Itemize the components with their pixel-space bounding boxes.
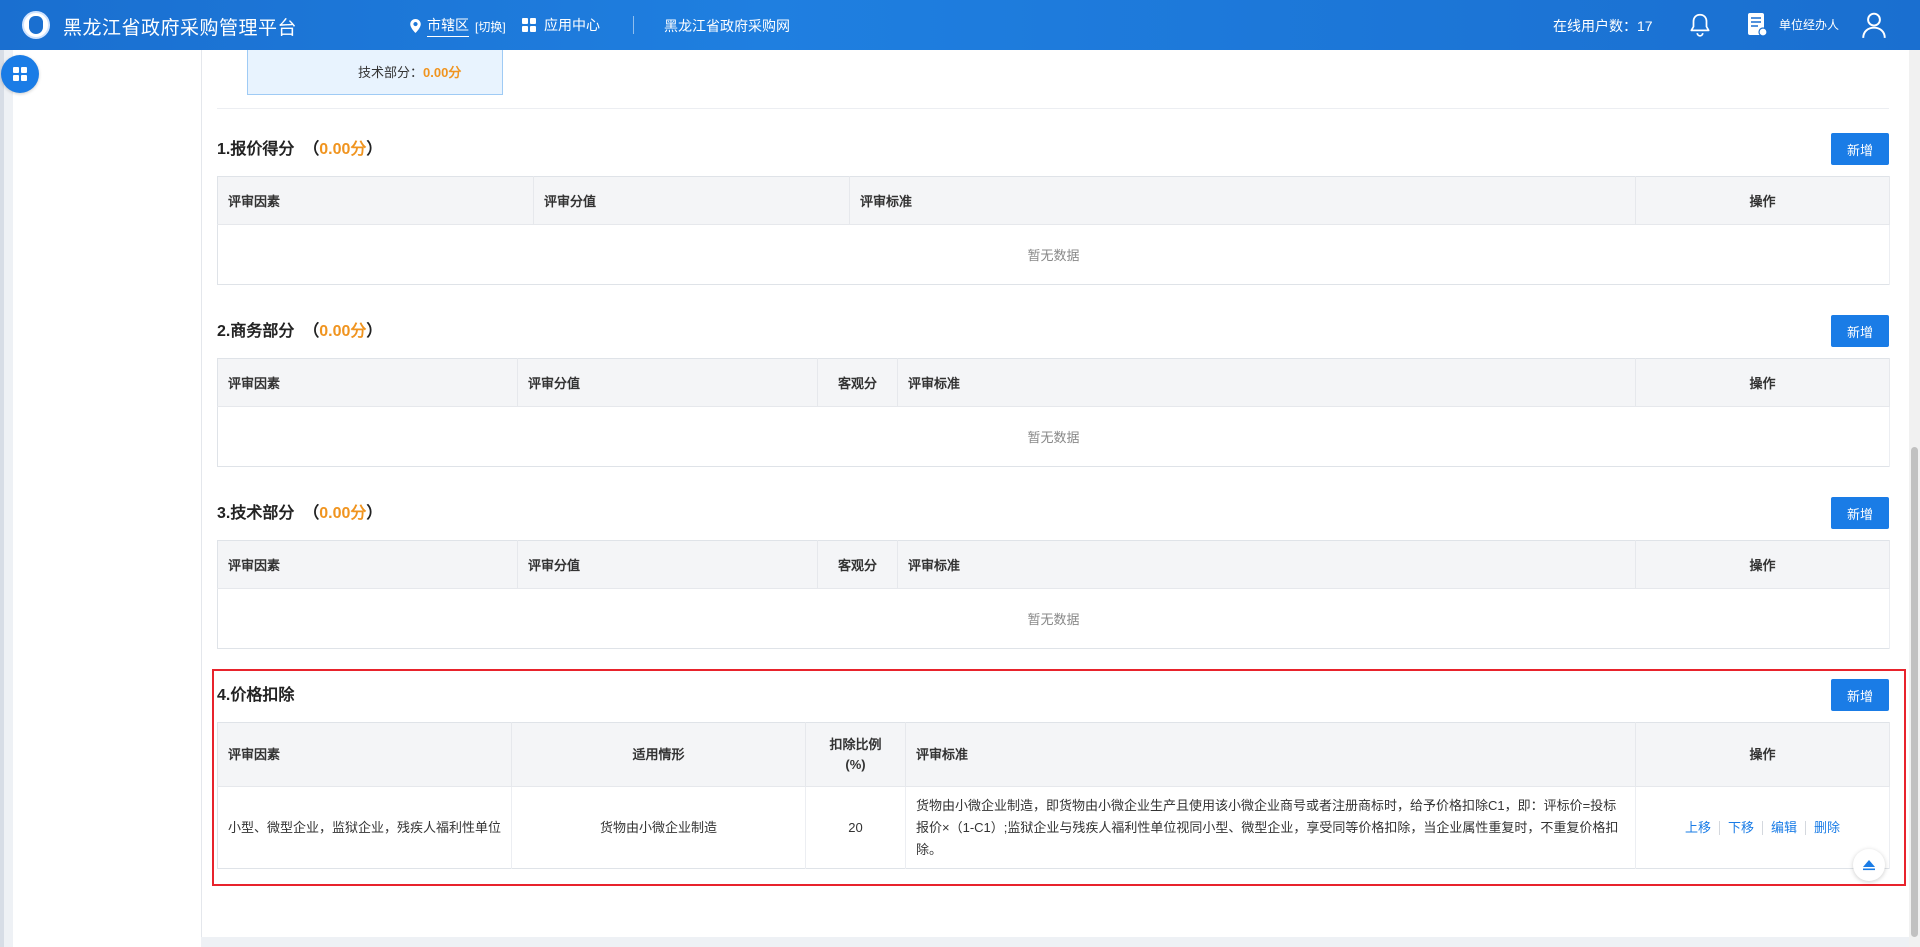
column-header: 评审标准 bbox=[905, 722, 1636, 787]
standard-cell: 货物由小微企业制造，即货物由小微企业生产且使用该小微企业商号或者注册商标时，给予… bbox=[905, 786, 1636, 869]
section-title-text: 4.价格扣除 bbox=[217, 687, 295, 704]
ratio-cell: 20 bbox=[805, 786, 906, 869]
top-navbar: 黑龙江省政府采购管理平台 市辖区 [切换] 应用中心 黑龙江省政府采购网 在线用… bbox=[0, 0, 1920, 50]
region-switch-link[interactable]: [切换] bbox=[475, 18, 506, 35]
column-header: 评审分值 bbox=[517, 540, 818, 589]
app-grid-icon bbox=[522, 18, 536, 32]
table-header-row: 评审因素 适用情形 扣除比例 (%) 评审标准 操作 bbox=[217, 722, 1890, 787]
summary-tech-score: 技术部分：0.00分 bbox=[358, 62, 461, 81]
column-header: 客观分 bbox=[817, 358, 898, 407]
section-title-price-deduction: 4.价格扣除 bbox=[217, 681, 294, 705]
column-header: 操作 bbox=[1635, 540, 1890, 589]
column-header: 操作 bbox=[1635, 722, 1890, 787]
section-title-technical: 3.技术部分 （0.00分） bbox=[217, 505, 383, 522]
empty-text: 暂无数据 bbox=[217, 588, 1890, 649]
section-title-text: 2.商务部分 bbox=[217, 323, 295, 340]
table-row: 小型、微型企业，监狱企业，残疾人福利性单位 货物由小微企业制造 20 货物由小微… bbox=[217, 786, 1890, 869]
delete-link[interactable]: 删除 bbox=[1805, 820, 1848, 835]
section-score: 0.00分 bbox=[319, 323, 367, 340]
sidebar-edge bbox=[0, 50, 4, 947]
arrow-up-icon bbox=[1863, 860, 1875, 871]
add-quote-button[interactable]: 新增 bbox=[1831, 133, 1889, 165]
column-header: 评审标准 bbox=[897, 540, 1636, 589]
region-name[interactable]: 市辖区 bbox=[427, 15, 469, 37]
situation-cell: 货物由小微企业制造 bbox=[511, 786, 806, 869]
technical-table: 评审因素 评审分值 客观分 评审标准 操作 暂无数据 bbox=[217, 540, 1890, 649]
summary-tech-value: 0.00分 bbox=[423, 65, 462, 80]
sidebar bbox=[13, 50, 201, 947]
app-title: 黑龙江省政府采购管理平台 bbox=[63, 18, 298, 39]
column-header: 评审因素 bbox=[217, 722, 512, 787]
app-center-button[interactable]: 应用中心 bbox=[522, 15, 600, 35]
move-down-link[interactable]: 下移 bbox=[1718, 820, 1762, 835]
column-header: 评审分值 bbox=[533, 176, 850, 225]
empty-row: 暂无数据 bbox=[217, 588, 1890, 649]
portal-link[interactable]: 黑龙江省政府采购网 bbox=[664, 16, 790, 36]
section-title-quote: 1.报价得分 （0.00分） bbox=[217, 141, 383, 158]
quote-table: 评审因素 评审分值 评审标准 操作 暂无数据 bbox=[217, 176, 1890, 285]
section-title-business: 2.商务部分 （0.00分） bbox=[217, 323, 383, 340]
column-header: 操作 bbox=[1635, 358, 1890, 407]
document-icon[interactable] bbox=[1746, 12, 1768, 38]
user-role-label[interactable]: 单位经办人 bbox=[1779, 16, 1839, 33]
column-header: 评审因素 bbox=[217, 358, 518, 407]
bell-icon[interactable] bbox=[1687, 12, 1713, 38]
location-pin-icon bbox=[410, 19, 421, 33]
add-business-button[interactable]: 新增 bbox=[1831, 315, 1889, 347]
column-header: 评审因素 bbox=[217, 176, 534, 225]
empty-row: 暂无数据 bbox=[217, 406, 1890, 467]
column-header: 评审标准 bbox=[897, 358, 1636, 407]
column-header: 评审分值 bbox=[517, 358, 818, 407]
add-technical-button[interactable]: 新增 bbox=[1831, 497, 1889, 529]
grid-menu-icon bbox=[13, 67, 27, 81]
online-users-count: 在线用户数：17 bbox=[1553, 18, 1653, 34]
table-header-row: 评审因素 评审分值 客观分 评审标准 操作 bbox=[217, 358, 1890, 407]
edit-link[interactable]: 编辑 bbox=[1762, 820, 1805, 835]
user-icon[interactable] bbox=[1861, 11, 1887, 39]
move-up-link[interactable]: 上移 bbox=[1677, 820, 1719, 835]
column-header: 客观分 bbox=[817, 540, 898, 589]
table-header-row: 评审因素 评审分值 评审标准 操作 bbox=[217, 176, 1890, 225]
ops-cell: 上移 下移 编辑 删除 bbox=[1635, 786, 1890, 869]
price-deduction-table: 评审因素 适用情形 扣除比例 (%) 评审标准 操作 小型、微型企业，监狱企业，残… bbox=[217, 722, 1890, 869]
summary-tech-label: 技术部分： bbox=[358, 65, 424, 80]
logo-icon bbox=[22, 11, 50, 39]
factor-cell: 小型、微型企业，监狱企业，残疾人福利性单位 bbox=[217, 786, 512, 869]
column-header: 扣除比例 (%) bbox=[805, 722, 906, 787]
business-table: 评审因素 评审分值 客观分 评审标准 操作 暂无数据 bbox=[217, 358, 1890, 467]
column-header: 适用情形 bbox=[511, 722, 806, 787]
empty-row: 暂无数据 bbox=[217, 224, 1890, 285]
empty-text: 暂无数据 bbox=[217, 224, 1890, 285]
table-header-row: 评审因素 评审分值 客观分 评审标准 操作 bbox=[217, 540, 1890, 589]
scrollbar-thumb[interactable] bbox=[1911, 447, 1918, 937]
section-title-text: 1.报价得分 bbox=[217, 141, 295, 158]
header-divider bbox=[633, 16, 634, 34]
section-score: 0.00分 bbox=[319, 141, 367, 158]
column-header: 评审因素 bbox=[217, 540, 518, 589]
section-score: 0.00分 bbox=[319, 505, 367, 522]
empty-text: 暂无数据 bbox=[217, 406, 1890, 467]
column-header: 操作 bbox=[1635, 176, 1890, 225]
add-price-deduction-button[interactable]: 新增 bbox=[1831, 679, 1889, 711]
column-header: 评审标准 bbox=[849, 176, 1636, 225]
menu-toggle-button[interactable] bbox=[1, 55, 39, 93]
region-selector[interactable]: 市辖区 [切换] bbox=[410, 15, 506, 37]
app-center-label: 应用中心 bbox=[544, 17, 600, 33]
back-to-top-button[interactable] bbox=[1853, 849, 1885, 881]
section-divider bbox=[217, 108, 1889, 109]
section-title-text: 3.技术部分 bbox=[217, 505, 295, 522]
